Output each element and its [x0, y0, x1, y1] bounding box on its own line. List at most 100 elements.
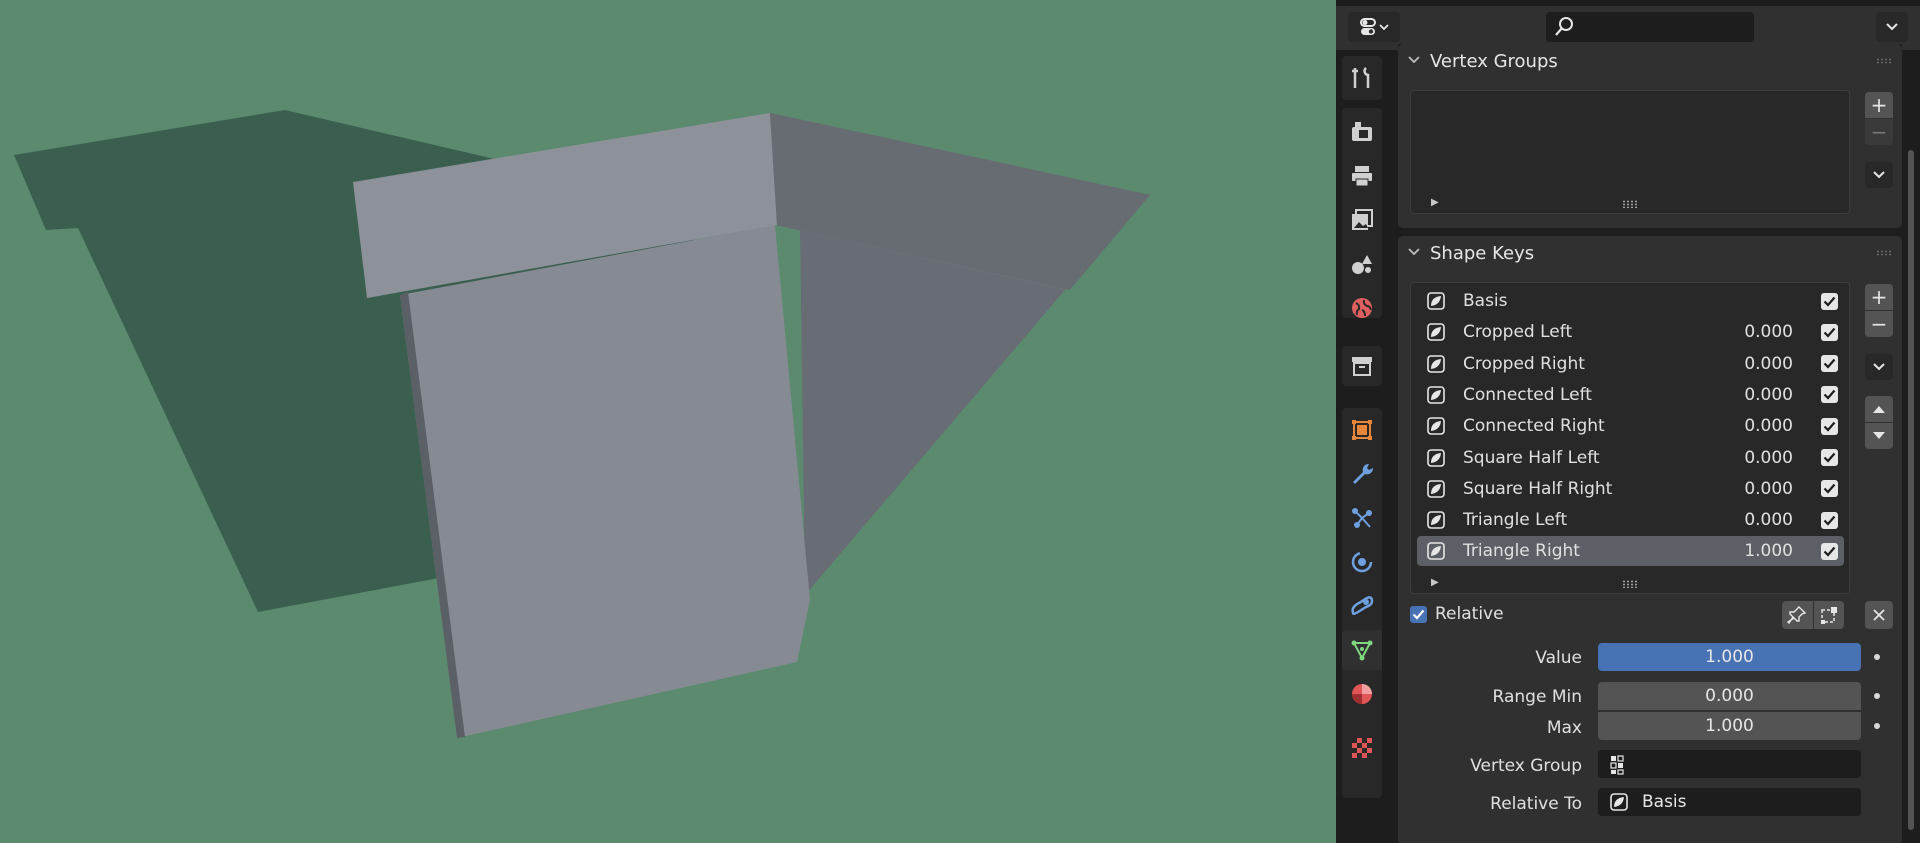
edit-mode-icon [1820, 607, 1837, 624]
shape-key-mute-checkbox[interactable] [1821, 480, 1838, 498]
shape-key-row[interactable]: Square Half Right 0.000 [1417, 474, 1844, 504]
shape-key-value[interactable]: 0.000 [1713, 385, 1793, 405]
wrench-icon [1353, 463, 1374, 484]
physics-icon [1351, 551, 1373, 573]
tab-view-layer[interactable] [1342, 200, 1382, 240]
remove-shape-key-button[interactable]: − [1865, 311, 1893, 337]
shape-key-mute-checkbox[interactable] [1821, 417, 1838, 435]
shape-key-mute-checkbox[interactable] [1821, 542, 1838, 560]
search-input[interactable] [1546, 12, 1754, 42]
checkmark-icon [1823, 452, 1836, 463]
shape-key-row[interactable]: Triangle Left 0.000 [1417, 505, 1844, 535]
relative-checkbox[interactable] [1410, 605, 1427, 623]
move-shape-key-down-button[interactable] [1865, 423, 1893, 449]
shape-key-value[interactable]: 0.000 [1713, 479, 1793, 499]
tab-particles[interactable] [1342, 498, 1382, 538]
keyframe-dot-icon[interactable] [1874, 654, 1880, 660]
vertex-groups-header[interactable]: Vertex Groups [1398, 44, 1902, 78]
shape-key-value[interactable]: 0.000 [1713, 354, 1793, 374]
tab-world[interactable] [1342, 288, 1382, 328]
max-label: Max [1546, 718, 1582, 738]
shape-key-specials-button[interactable] [1865, 354, 1893, 380]
shape-key-row[interactable]: Cropped Left 0.000 [1417, 317, 1844, 347]
tab-data[interactable] [1342, 630, 1382, 670]
shape-key-row[interactable]: Connected Right 0.000 [1417, 411, 1844, 441]
tab-material[interactable] [1342, 674, 1382, 714]
shape-key-value[interactable]: 0.000 [1713, 448, 1793, 468]
shape-key-name: Triangle Right [1463, 541, 1580, 562]
shape-key-value[interactable]: 1.000 [1713, 541, 1793, 561]
shape-key-value[interactable]: 0.000 [1713, 322, 1793, 342]
keyframe-dot-icon[interactable] [1874, 723, 1880, 729]
range-min-label: Range Min [1492, 687, 1582, 707]
shape-key-row[interactable]: Triangle Right 1.000 [1417, 536, 1844, 567]
tab-tool[interactable] [1342, 58, 1382, 98]
properties-header [1336, 0, 1920, 50]
tab-modifiers[interactable] [1342, 454, 1382, 494]
resize-handle-icon[interactable] [1622, 200, 1638, 208]
range-min-field[interactable]: 0.000 [1598, 682, 1861, 710]
value-slider[interactable]: 1.000 [1598, 643, 1861, 671]
chevron-down-icon [1398, 54, 1430, 69]
expand-triangle-icon[interactable]: ▶ [1431, 577, 1439, 588]
vertex-group-specials-button[interactable] [1865, 162, 1893, 188]
max-field[interactable]: 1.000 [1598, 712, 1861, 740]
scene-icon [1352, 255, 1372, 274]
shape-key-value[interactable]: 0.000 [1713, 416, 1793, 436]
shape-key-name: Cropped Left [1463, 322, 1573, 343]
shape-key-mute-checkbox[interactable] [1821, 355, 1838, 373]
shape-key-mute-checkbox[interactable] [1821, 323, 1838, 341]
relative-toggle[interactable]: Relative [1410, 604, 1504, 624]
tab-scene[interactable] [1342, 244, 1382, 284]
resize-handle-icon[interactable] [1622, 580, 1638, 588]
drag-grip-icon[interactable] [1876, 250, 1892, 256]
move-shape-key-up-button[interactable] [1865, 396, 1893, 422]
drag-grip-icon[interactable] [1876, 58, 1892, 64]
shape-key-mute-checkbox[interactable] [1821, 449, 1838, 466]
keyframe-dot-icon[interactable] [1874, 693, 1880, 699]
checkmark-icon [1823, 421, 1836, 432]
tab-output[interactable] [1342, 156, 1382, 196]
properties-content: Vertex Groups ▶ + − Shape Keys Basis Cro… [1398, 44, 1902, 843]
shape-key-row[interactable]: Connected Left 0.000 [1417, 380, 1844, 410]
pin-shape-key-button[interactable] [1782, 601, 1814, 629]
material-icon [1352, 684, 1372, 704]
checkmark-icon [1412, 609, 1425, 620]
render-icon [1352, 122, 1372, 141]
shape-key-icon [1425, 509, 1447, 531]
expand-triangle-icon[interactable]: ▶ [1431, 197, 1439, 208]
vertex-group-field[interactable] [1598, 750, 1861, 778]
clear-shape-key-button[interactable] [1865, 601, 1893, 629]
edit-mode-shape-button[interactable] [1814, 601, 1845, 629]
shape-key-value[interactable]: 0.000 [1713, 510, 1793, 530]
shape-key-name: Cropped Right [1463, 353, 1585, 374]
shape-key-name: Triangle Left [1463, 510, 1568, 531]
vertex-groups-list[interactable]: ▶ [1410, 90, 1850, 214]
shape-key-icon [1425, 415, 1447, 437]
editor-type-button[interactable] [1348, 12, 1400, 42]
remove-vertex-group-button[interactable]: − [1865, 119, 1893, 145]
shape-key-row[interactable]: Cropped Right 0.000 [1417, 349, 1844, 379]
tab-texture[interactable] [1342, 728, 1382, 768]
shape-key-row[interactable]: Basis [1417, 286, 1844, 316]
shape-key-row[interactable]: Square Half Left 0.000 [1417, 443, 1844, 473]
checkmark-icon [1823, 546, 1836, 557]
shape-key-mute-checkbox[interactable] [1821, 386, 1838, 404]
relative-to-field[interactable]: Basis [1598, 788, 1861, 816]
checkmark-icon [1823, 296, 1836, 307]
tab-object[interactable] [1342, 410, 1382, 450]
tab-constraints[interactable] [1342, 586, 1382, 626]
tab-physics[interactable] [1342, 542, 1382, 582]
add-shape-key-button[interactable]: + [1865, 284, 1893, 310]
tab-render[interactable] [1342, 112, 1382, 152]
properties-scrollbar[interactable] [1908, 150, 1914, 830]
add-vertex-group-button[interactable]: + [1865, 92, 1893, 118]
shape-keys-list[interactable]: Basis Cropped Left 0.000 Cropped Right 0.000… [1410, 282, 1850, 594]
tab-collection[interactable] [1342, 346, 1382, 386]
shape-key-icon [1425, 290, 1447, 312]
shape-keys-header[interactable]: Shape Keys [1398, 236, 1902, 270]
options-dropdown-button[interactable] [1876, 12, 1908, 42]
3d-viewport[interactable] [0, 0, 1336, 843]
shape-key-mute-checkbox[interactable] [1821, 511, 1838, 529]
shape-key-mute-checkbox[interactable] [1821, 292, 1838, 310]
